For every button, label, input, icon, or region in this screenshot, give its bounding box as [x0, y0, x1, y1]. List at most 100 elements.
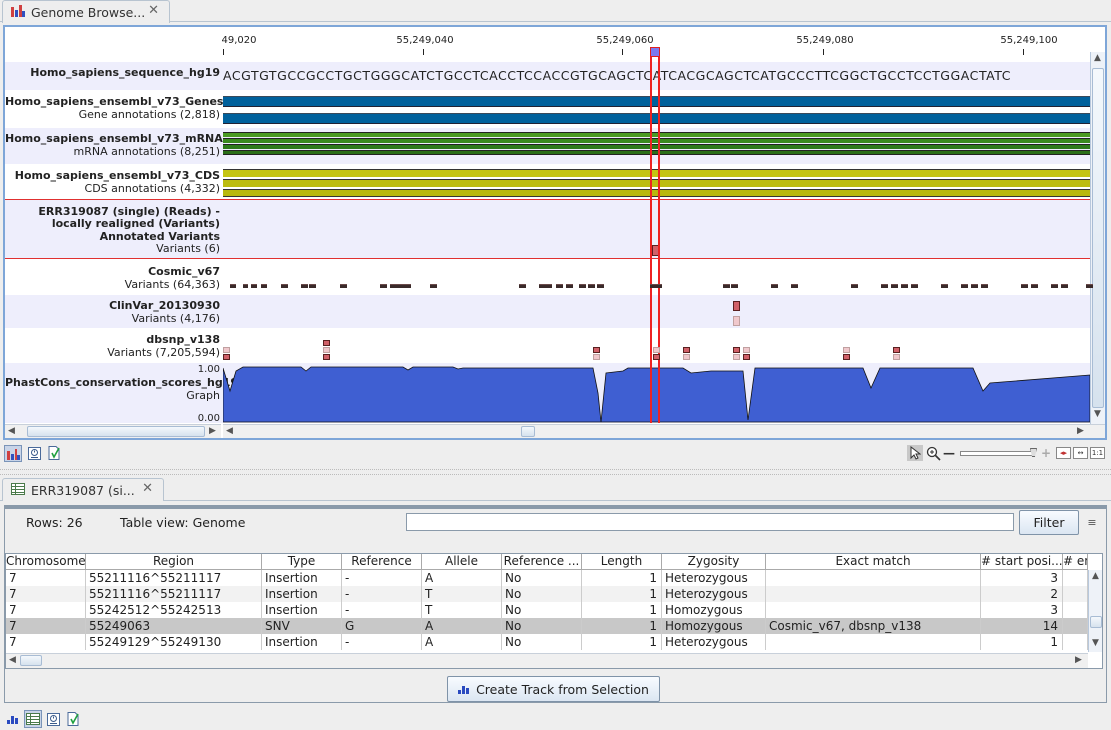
cosmic-variant[interactable]	[981, 284, 988, 288]
history-icon[interactable]	[45, 711, 61, 727]
cosmic-variant[interactable]	[791, 284, 798, 288]
fit-selection-icon[interactable]: ◂▸	[1056, 447, 1071, 459]
scroll-up-icon[interactable]: ▲	[1094, 53, 1101, 63]
scroll-thumb[interactable]	[1092, 68, 1104, 408]
scroll-down-icon[interactable]: ▼	[1092, 638, 1099, 648]
column-header[interactable]: Chromosome	[6, 554, 86, 570]
column-header[interactable]: Reference ...	[502, 554, 582, 570]
dbsnp-variant[interactable]	[733, 354, 740, 360]
cosmic-variant[interactable]	[243, 284, 248, 288]
dbsnp-variant[interactable]	[323, 354, 330, 360]
cosmic-variant[interactable]	[556, 284, 563, 288]
select-mode-icon[interactable]	[907, 445, 923, 461]
dbsnp-variant[interactable]	[593, 347, 600, 353]
cosmic-variant[interactable]	[971, 284, 978, 288]
column-header[interactable]: # start posi...	[981, 554, 1063, 570]
close-icon[interactable]: ✕	[148, 3, 159, 18]
cosmic-variant[interactable]	[961, 284, 968, 288]
cosmic-variant[interactable]	[1061, 284, 1068, 288]
column-header[interactable]: Length	[582, 554, 662, 570]
cosmic-variant[interactable]	[261, 284, 267, 288]
cosmic-variant[interactable]	[655, 284, 662, 288]
cosmic-variant[interactable]	[519, 284, 526, 288]
cosmic-variant[interactable]	[851, 284, 858, 288]
cosmic-variant[interactable]	[731, 284, 738, 288]
filter-options-icon[interactable]: ≡	[1085, 513, 1099, 531]
dbsnp-variant[interactable]	[893, 347, 900, 353]
table-row[interactable]: 7 55211116^55211117 Insertion - A No 1 Heterozy…	[6, 570, 1088, 586]
zoom-in-icon[interactable]: +	[1040, 445, 1052, 461]
scroll-left-icon[interactable]: ◀	[226, 426, 233, 436]
dbsnp-variant[interactable]	[843, 347, 850, 353]
column-header[interactable]: Zygosity	[662, 554, 766, 570]
cosmic-variant[interactable]	[881, 284, 888, 288]
scroll-right-icon[interactable]: ▶	[1077, 426, 1084, 436]
cosmic-variant[interactable]	[597, 284, 604, 288]
cosmic-variant[interactable]	[941, 284, 948, 288]
annotation-check-icon[interactable]	[65, 711, 81, 727]
history-icon[interactable]	[26, 445, 42, 461]
scroll-thumb[interactable]	[1090, 616, 1102, 628]
track-view-icon[interactable]	[4, 445, 22, 462]
cosmic-variant[interactable]	[771, 284, 778, 288]
close-icon[interactable]: ✕	[142, 481, 153, 496]
cosmic-variant[interactable]	[545, 284, 552, 288]
annotation-check-icon[interactable]	[46, 445, 62, 461]
scroll-up-icon[interactable]: ▲	[1092, 571, 1099, 581]
table-row[interactable]: 7 55249063 SNV G A No 1 Homozygous Cosmic_v67, d…	[6, 618, 1088, 634]
selected-position-marker[interactable]	[650, 47, 660, 57]
one-to-one-icon[interactable]: 1:1	[1090, 447, 1105, 459]
cosmic-variant[interactable]	[281, 284, 288, 288]
cosmic-variant[interactable]	[1051, 284, 1058, 288]
dbsnp-variant[interactable]	[653, 354, 660, 360]
cosmic-variant[interactable]	[403, 284, 411, 288]
table-tab[interactable]: ERR319087 (si... ✕	[2, 478, 164, 501]
cosmic-variant[interactable]	[340, 284, 347, 288]
clinvar-variant[interactable]	[733, 316, 740, 326]
table-icon[interactable]	[24, 710, 42, 728]
zoom-in-mode-icon[interactable]	[925, 445, 941, 461]
cosmic-variant[interactable]	[588, 284, 595, 288]
scroll-left-icon[interactable]: ◀	[9, 655, 16, 665]
cosmic-variant[interactable]	[901, 284, 908, 288]
filter-input[interactable]	[406, 513, 1014, 531]
column-header[interactable]: Type	[262, 554, 342, 570]
dbsnp-variant[interactable]	[743, 347, 750, 353]
scroll-down-icon[interactable]: ▼	[1094, 409, 1101, 419]
dbsnp-variant[interactable]	[893, 354, 900, 360]
cosmic-variant[interactable]	[301, 284, 308, 288]
cosmic-variant[interactable]	[1031, 284, 1038, 288]
table-row[interactable]: 7 55249129^55249130 Insertion - A No 1 Heterozy…	[6, 634, 1088, 650]
cosmic-variant[interactable]	[230, 284, 236, 288]
column-header[interactable]: Exact match	[766, 554, 981, 570]
tracks-horizontal-scrollbar[interactable]: ◀ ▶	[223, 424, 1105, 438]
column-header[interactable]: # en	[1063, 554, 1088, 570]
track-icon[interactable]	[5, 711, 21, 727]
cosmic-variant[interactable]	[1086, 284, 1093, 288]
dbsnp-variant[interactable]	[743, 354, 750, 360]
label-horizontal-scrollbar[interactable]: ◀ ▶	[5, 424, 221, 438]
scroll-left-icon[interactable]: ◀	[8, 426, 15, 436]
cosmic-variant[interactable]	[579, 284, 586, 288]
cosmic-variant[interactable]	[309, 284, 316, 288]
vertical-scrollbar[interactable]: ▲ ▼	[1090, 52, 1105, 424]
dbsnp-variant[interactable]	[323, 340, 330, 346]
dbsnp-variant[interactable]	[843, 354, 850, 360]
genome-browser-tab[interactable]: Genome Browse... ✕	[2, 0, 170, 23]
dbsnp-variant[interactable]	[733, 347, 740, 353]
dbsnp-variant[interactable]	[323, 347, 330, 353]
cosmic-variant[interactable]	[380, 284, 387, 288]
cosmic-variant[interactable]	[723, 284, 730, 288]
scroll-thumb[interactable]	[20, 655, 42, 666]
scroll-thumb[interactable]	[521, 426, 535, 437]
cosmic-variant[interactable]	[430, 284, 437, 288]
clinvar-variant[interactable]	[733, 301, 740, 311]
column-header[interactable]: Allele	[422, 554, 502, 570]
table-row[interactable]: 7 55211116^55211117 Insertion - T No 1 Heterozy…	[6, 586, 1088, 602]
column-header[interactable]: Region	[86, 554, 262, 570]
zoom-slider[interactable]	[960, 451, 1035, 456]
scroll-right-icon[interactable]: ▶	[1075, 655, 1082, 665]
cosmic-variant[interactable]	[1021, 284, 1028, 288]
dbsnp-variant[interactable]	[683, 347, 690, 353]
dbsnp-variant[interactable]	[593, 354, 600, 360]
